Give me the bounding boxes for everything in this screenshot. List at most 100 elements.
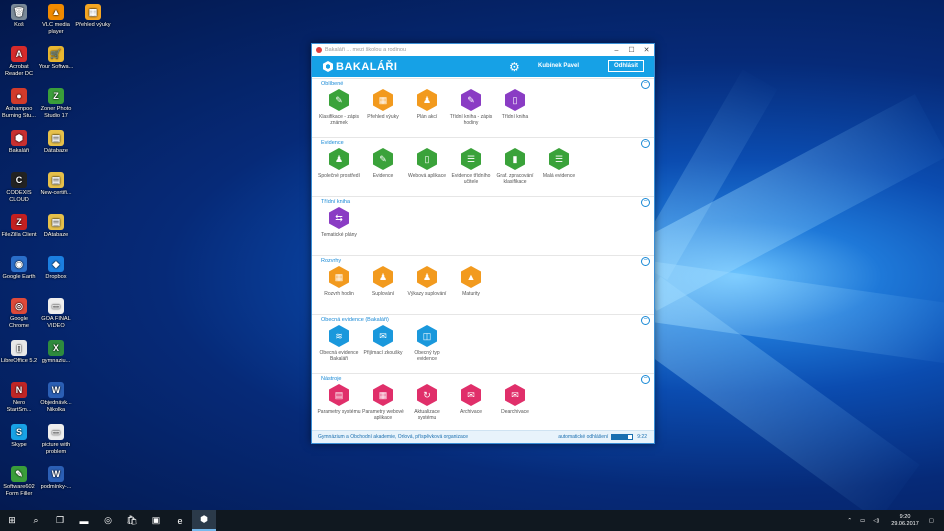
desktop-icon-label: Dátabaze <box>44 148 68 154</box>
close-icon[interactable]: ✕ <box>639 46 654 54</box>
module-tile[interactable]: ✎ Třídní kniha - zápis hodiny <box>449 89 493 126</box>
desktop-icon[interactable]: Z FileZilla Client <box>0 214 38 239</box>
desktop-icon-label: Acrobat Reader DC <box>5 64 33 77</box>
desktop-icon[interactable]: ▦ Přehled výuky <box>74 4 112 29</box>
desktop-icon[interactable]: ▤ New-certifi... <box>37 172 75 197</box>
module-label: Přijímací zkoušky <box>363 350 403 356</box>
section-title[interactable]: Oblíbené <box>312 79 654 89</box>
desktop-icon[interactable]: ◆ Dropbox <box>37 256 75 281</box>
module-label: Třídní kniha - zápis hodiny <box>449 114 493 126</box>
section-title[interactable]: Třídní kniha <box>312 197 654 207</box>
module-tile[interactable]: ▯ Třídní kniha <box>493 89 537 126</box>
desktop-icon-label: gymnaziu... <box>41 358 71 364</box>
module-tile[interactable]: ▲ Maturity <box>449 266 493 297</box>
module-tile[interactable]: ♟ Suplování <box>361 266 405 297</box>
search-icon[interactable]: ⌕ <box>24 510 48 531</box>
section-title[interactable]: Obecná evidence (Bakaláři) <box>312 315 654 325</box>
desktop-app-icon: ▯ <box>11 340 27 356</box>
module-tile[interactable]: ✉ Přijímací zkoušky <box>361 325 405 362</box>
database-icon: ◫ <box>417 325 437 347</box>
module-tile[interactable]: ♟ Plán akcí <box>405 89 449 126</box>
module-tile[interactable]: ≋ Obecná evidence Bakaláři <box>317 325 361 362</box>
module-tile[interactable]: ▦ Parametry webové aplikace <box>361 384 405 421</box>
grid-icon: ▦ <box>373 89 393 111</box>
logout-button[interactable]: Odhlásit <box>608 60 645 72</box>
section-title[interactable]: Rozvrhy <box>312 256 654 266</box>
edge-icon[interactable]: e <box>168 510 192 531</box>
module-tile[interactable]: ▮ Graf. zpracování klasifikace <box>493 148 537 185</box>
module-tile[interactable]: ✉ Archivace <box>449 384 493 421</box>
network-icon[interactable]: ▭ <box>860 518 865 524</box>
desktop-icon[interactable]: ▲ VLC media player <box>37 4 75 36</box>
section-title[interactable]: Nástroje <box>312 374 654 384</box>
module-tile[interactable]: ⇆ Tematické plány <box>317 207 361 238</box>
module-tile[interactable]: ◫ Obecný typ evidence <box>405 325 449 362</box>
desktop-icon[interactable]: A Acrobat Reader DC <box>0 46 38 78</box>
desktop-icon[interactable]: ▤ Dátabaze <box>37 130 75 155</box>
module-tile[interactable]: ✉ Dearchivace <box>493 384 537 421</box>
module-tile[interactable]: ▯ Webová aplikace <box>405 148 449 185</box>
clock[interactable]: 9:20 29.06.2017 <box>891 514 919 528</box>
section-title[interactable]: Evidence <box>312 138 654 148</box>
module-tile[interactable]: ☰ Malá evidence <box>537 148 581 185</box>
chrome-icon[interactable]: ◎ <box>96 510 120 531</box>
store-icon[interactable]: 🛍 <box>120 510 144 531</box>
module-tile[interactable]: ▦ Přehled výuky <box>361 89 405 126</box>
task-view-icon[interactable]: ❐ <box>48 510 72 531</box>
desktop-icon[interactable]: 🗑 Koš <box>0 4 38 29</box>
module-tile[interactable]: ♟ Výkazy suplování <box>405 266 449 297</box>
file-explorer-icon[interactable]: ▬ <box>72 510 96 531</box>
desktop-icon[interactable]: ✎ Software602 Form Filler <box>0 466 38 498</box>
document-icon: ▤ <box>329 384 349 406</box>
auto-logout-time: 9:22 <box>637 434 647 440</box>
desktop-icon[interactable]: 🛒 Your Softwa... <box>37 46 75 71</box>
desktop-icon[interactable]: ▭ picture with problem <box>37 424 75 456</box>
bakalari-taskbar-icon[interactable]: ⬢ <box>192 510 216 531</box>
collapse-icon[interactable]: − <box>641 375 650 384</box>
desktop-icon[interactable]: N Nero StartSm... <box>0 382 38 414</box>
collapse-icon[interactable]: − <box>641 316 650 325</box>
volume-icon[interactable]: ◁) <box>873 518 879 524</box>
desktop-app-icon: ▤ <box>48 172 64 188</box>
start-button[interactable]: ⊞ <box>0 510 24 531</box>
module-tile[interactable]: ▤ Parametry systému <box>317 384 361 421</box>
collapse-icon[interactable]: − <box>641 139 650 148</box>
desktop-icon[interactable]: Z Zoner Photo Studio 17 <box>37 88 75 120</box>
tray-chevron-icon[interactable]: ⌃ <box>847 518 852 524</box>
desktop-icon[interactable]: ▤ DAtabaze <box>37 214 75 239</box>
desktop-icon[interactable]: ◎ Google Chrome <box>0 298 38 330</box>
desktop-icon[interactable]: ⬢ Bakaláři <box>0 130 38 155</box>
module-tile[interactable]: ✎ Evidence <box>361 148 405 185</box>
clock-time: 9:20 <box>899 513 911 520</box>
notifications-icon[interactable]: ▢ <box>929 518 934 524</box>
collapse-icon[interactable]: − <box>641 80 650 89</box>
archive-in-icon: ✉ <box>461 384 481 406</box>
minimize-icon[interactable]: – <box>609 47 624 54</box>
bakalari-window[interactable]: Bakaláři ... mezi školou a rodinou – ☐ ✕… <box>311 43 655 444</box>
remote-desktop-icon[interactable]: ▣ <box>144 510 168 531</box>
desktop-icon[interactable]: ● Ashampoo Burning Stu... <box>0 88 38 120</box>
desktop-icon[interactable]: Wpodmínky-... <box>37 466 75 491</box>
desktop-icon[interactable]: ▭ GOA FINAL VIDEO <box>37 298 75 330</box>
module-tile[interactable]: ↻ Aktualizace systému <box>405 384 449 421</box>
module-tile[interactable]: ☰ Evidence třídního učitele <box>449 148 493 185</box>
desktop-icon[interactable]: ▯ LibreOffice 5.2 <box>0 340 38 365</box>
desktop-icon[interactable]: Xgymnaziu... <box>37 340 75 365</box>
module-tile[interactable]: ♟ Společné prostředí <box>317 148 361 185</box>
gear-icon[interactable]: ⚙ <box>509 60 520 74</box>
desktop-icon[interactable]: C CODEXIS CLOUD <box>0 172 38 204</box>
auto-logout-label: automatické odhlášení <box>558 434 609 440</box>
inbox-icon: ✉ <box>373 325 393 347</box>
desktop-icon[interactable]: ◉ Google Earth <box>0 256 38 281</box>
desktop-icon[interactable]: W Objednávk... Nikolka <box>37 382 75 414</box>
organization-name: Gymnázium a Obchodní akademie, Orlová, p… <box>318 434 469 440</box>
desktop-icon[interactable]: S Skype <box>0 424 38 449</box>
window-titlebar[interactable]: Bakaláři ... mezi školou a rodinou – ☐ ✕ <box>312 44 654 56</box>
desktop-app-icon: Z <box>11 214 27 230</box>
collapse-icon[interactable]: − <box>641 198 650 207</box>
module-tile[interactable]: ▦ Rozvrh hodin <box>317 266 361 297</box>
collapse-icon[interactable]: − <box>641 257 650 266</box>
module-tile[interactable]: ✎ Klasifikace - zápis známek <box>317 89 361 126</box>
maximize-icon[interactable]: ☐ <box>624 46 639 54</box>
user-name: Kubínek Pavel <box>538 63 580 69</box>
